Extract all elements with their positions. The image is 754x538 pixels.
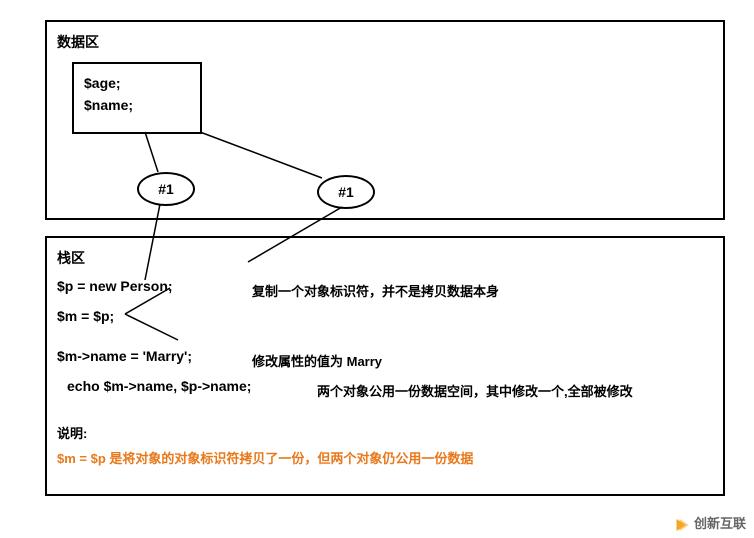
var-line-2: $name; [84,94,190,116]
code-line-2: $m = $p; [57,308,114,324]
watermark-logo-icon [672,516,690,534]
code-line-3: $m->name = 'Marry'; [57,348,192,364]
explain-label: 说明: [57,423,87,442]
watermark: 创新互联 [672,513,746,534]
stack-area-panel: 栈区 $p = new Person; $m = $p; $m->name = … [45,236,725,496]
stack-area-title: 栈区 [57,248,713,268]
data-area-title: 数据区 [57,32,713,52]
annotation-1: 复制一个对象标识符，并不是拷贝数据本身 [252,281,499,300]
object-id-bubble-2: #1 [317,175,375,209]
annotation-3: 修改属性的值为 Marry [252,351,382,370]
data-area-panel: 数据区 $age; $name; #1 #1 [45,20,725,220]
explain-content: $m = $p 是将对象的对象标识符拷贝了一份，但两个对象仍公用一份数据 [57,448,473,467]
code-line-1: $p = new Person; [57,278,173,294]
variable-box: $age; $name; [72,62,202,134]
var-line-1: $age; [84,72,190,94]
object-id-bubble-1: #1 [137,172,195,206]
code-line-4: echo $m->name, $p->name; [67,378,251,394]
annotation-4: 两个对象公用一份数据空间，其中修改一个,全部被修改 [317,381,633,400]
watermark-text: 创新互联 [694,516,746,531]
